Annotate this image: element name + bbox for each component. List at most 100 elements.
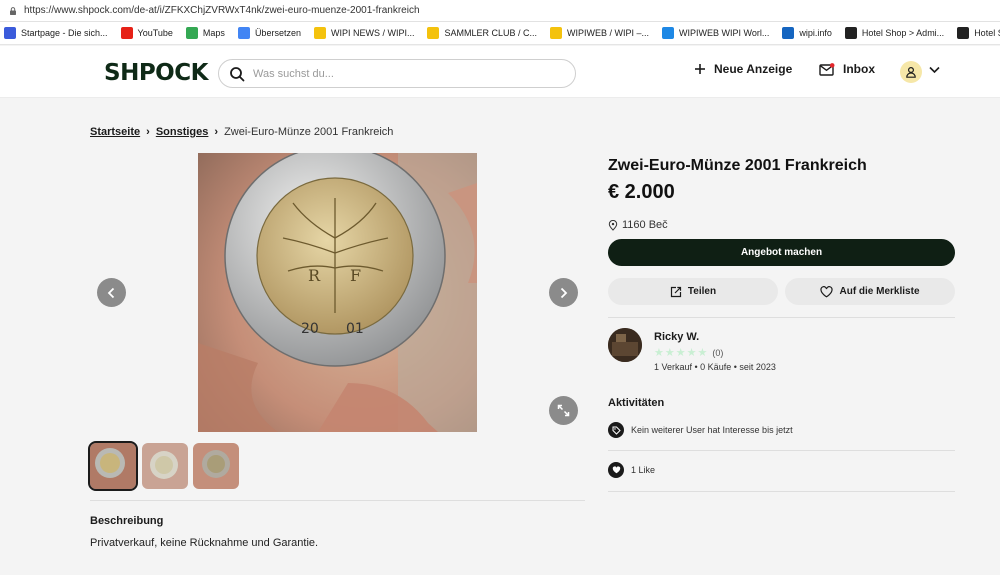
thumbnail-2[interactable]	[142, 443, 188, 489]
svg-text:01: 01	[346, 321, 364, 337]
bookmark-label: wipi.info	[799, 28, 832, 38]
bookmark-label: WIPI NEWS / WIPI...	[330, 28, 415, 38]
inbox-button[interactable]: Inbox	[819, 62, 875, 76]
bookmark-item[interactable]: Hotel Shop	[957, 27, 1000, 39]
site-header: SHPOCK Neue Anzeige Inbox	[0, 46, 1000, 98]
listing-title: Zwei-Euro-Münze 2001 Frankreich	[608, 157, 867, 174]
thumbnail-1[interactable]	[88, 441, 138, 491]
new-listing-button[interactable]: Neue Anzeige	[694, 62, 792, 76]
fullscreen-button[interactable]	[549, 396, 578, 425]
maps-icon	[185, 27, 198, 39]
wipi-icon	[313, 27, 326, 39]
startpage-icon	[4, 27, 16, 39]
divider	[90, 500, 585, 501]
share-icon	[670, 286, 682, 297]
url-text: https://www.shpock.com/de-at/i/ZFKXChjZV…	[24, 5, 420, 16]
user-avatar[interactable]	[900, 61, 922, 83]
activity-likes: 1 Like	[608, 462, 655, 478]
bookmark-label: YouTube	[137, 28, 173, 38]
youtube-icon	[120, 27, 133, 39]
star-icon: ★	[664, 347, 675, 359]
bookmark-label: Maps	[202, 28, 225, 38]
bookmark-label: Hotel Shop	[974, 28, 1000, 38]
bookmark-item[interactable]: Hotel Shop > Admi...	[844, 27, 945, 39]
svg-text:F: F	[350, 266, 361, 285]
breadcrumb: Startseite › Sonstiges › Zwei-Euro-Münze…	[90, 126, 393, 138]
bookmark-item[interactable]: wipi.info	[782, 27, 832, 39]
bookmark-item[interactable]: YouTube	[120, 27, 173, 39]
chevron-right-icon: ›	[214, 126, 219, 138]
description-text: Privatverkauf, keine Rücknahme und Garan…	[90, 537, 319, 549]
wipiweb-icon	[662, 27, 675, 39]
divider	[608, 491, 955, 492]
bookmark-item[interactable]: Startpage - Die sich...	[4, 27, 108, 39]
previous-photo-button[interactable]	[97, 278, 126, 307]
seller-name[interactable]: Ricky W.	[654, 331, 699, 343]
divider	[608, 317, 955, 318]
star-icon: ★	[686, 347, 697, 359]
activity-likes-text: 1 Like	[631, 465, 656, 475]
breadcrumb-category-link[interactable]: Sonstiges	[156, 126, 209, 138]
search-bar[interactable]	[218, 59, 576, 88]
activities-title: Aktivitäten	[608, 397, 665, 409]
activity-interest: Kein weiterer User hat Interesse bis jet…	[608, 422, 793, 438]
bookmark-label: Hotel Shop > Admi...	[861, 28, 945, 38]
inbox-label: Inbox	[843, 62, 875, 76]
expand-icon	[557, 404, 570, 417]
description-title: Beschreibung	[90, 515, 164, 527]
divider	[608, 450, 955, 451]
activity-interest-text: Kein weiterer User hat Interesse bis jet…	[631, 425, 793, 435]
bookmark-label: Startpage - Die sich...	[21, 28, 108, 38]
chevron-right-icon: ›	[146, 126, 150, 138]
bookmark-item[interactable]: WIPIWEB WIPI Worl...	[662, 27, 769, 39]
seller-rating: ★ ★ ★ ★ ★ (0)	[654, 346, 723, 359]
bookmark-item[interactable]: SAMMLER CLUB / C...	[427, 27, 537, 39]
location-text: 1160 Beč	[622, 219, 668, 231]
product-photo[interactable]: R F 20 01	[198, 153, 477, 432]
search-icon	[230, 66, 245, 81]
location-pin-icon	[608, 219, 618, 231]
search-input[interactable]	[253, 67, 553, 80]
svg-text:R: R	[308, 266, 321, 285]
bookmark-item[interactable]: WIPI NEWS / WIPI...	[313, 27, 415, 39]
svg-text:20: 20	[301, 321, 319, 337]
bookmark-item[interactable]: Maps	[185, 27, 225, 39]
bookmark-label: WIPIWEB WIPI Worl...	[679, 28, 770, 38]
bookmark-label: Übersetzen	[254, 28, 301, 38]
breadcrumb-home-link[interactable]: Startseite	[90, 126, 140, 138]
bookmark-label: SAMMLER CLUB / C...	[444, 28, 538, 38]
bookmarks-bar: Startpage - Die sich... YouTube Maps Überse…	[0, 22, 1000, 45]
translate-icon	[237, 27, 250, 39]
tag-icon	[608, 422, 624, 438]
wipi-icon	[550, 27, 563, 39]
hotel-shop-icon	[844, 27, 857, 39]
coin-photo-image: R F 20 01	[198, 153, 477, 432]
star-icon: ★	[654, 347, 664, 359]
seller-stats: 1 Verkauf • 0 Käufe • seit 2023	[654, 362, 776, 372]
share-button[interactable]: Teilen	[608, 278, 778, 305]
hotel-shop-icon	[957, 27, 970, 39]
bookmark-item[interactable]: Übersetzen	[237, 27, 301, 39]
bookmark-label: WIPIWEB / WIPI –...	[567, 28, 650, 38]
heart-icon	[820, 285, 834, 298]
star-icon: ★	[697, 347, 708, 359]
mail-icon	[819, 62, 835, 76]
add-to-watchlist-button[interactable]: Auf die Merkliste	[785, 278, 955, 305]
seller-avatar[interactable]	[608, 328, 642, 362]
wipi-icon	[427, 27, 440, 39]
watchlist-label: Auf die Merkliste	[839, 286, 920, 297]
thumbnail-3[interactable]	[193, 443, 239, 489]
lock-icon	[10, 6, 16, 15]
new-listing-label: Neue Anzeige	[714, 62, 793, 76]
wipi-info-icon	[782, 27, 795, 39]
user-icon	[906, 66, 916, 78]
browser-url-bar[interactable]: https://www.shpock.com/de-at/i/ZFKXChjZV…	[0, 0, 1000, 22]
bookmark-item[interactable]: WIPIWEB / WIPI –...	[550, 27, 649, 39]
next-photo-button[interactable]	[549, 278, 578, 307]
shpock-logo[interactable]: SHPOCK	[104, 60, 208, 86]
star-icon: ★	[675, 347, 686, 359]
chevron-down-icon[interactable]	[929, 66, 940, 74]
plus-icon	[695, 64, 705, 74]
listing-location: 1160 Beč	[608, 219, 668, 231]
make-offer-button[interactable]: Angebot machen	[608, 239, 955, 266]
